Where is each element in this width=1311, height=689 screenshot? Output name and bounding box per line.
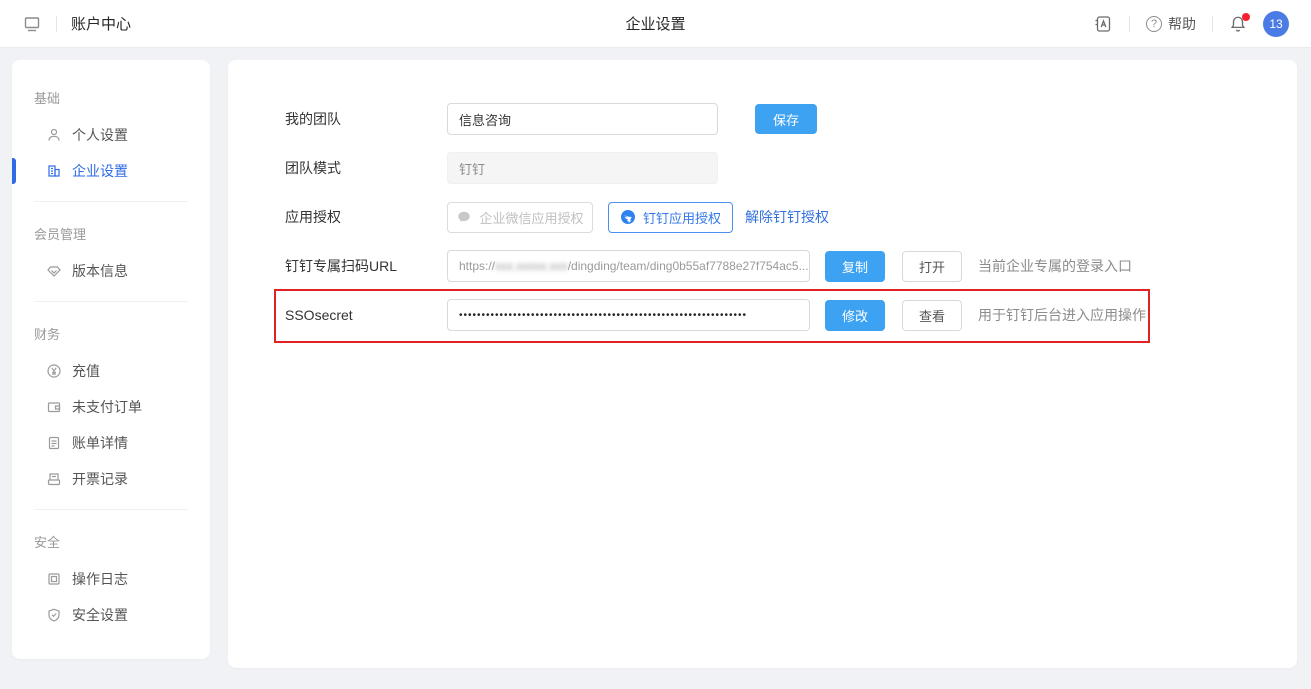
sidebar-item-label: 操作日志 <box>72 569 128 589</box>
sidebar-divider <box>34 201 188 202</box>
sidebar-item-invoice-records[interactable]: 开票记录 <box>12 461 210 497</box>
sidebar-item-label: 安全设置 <box>72 605 128 625</box>
url-redacted: xxx.xxxxx.xxx <box>495 259 568 273</box>
sidebar-item-enterprise-settings[interactable]: 企业设置 <box>12 153 210 189</box>
sidebar-section-membership: 会员管理 <box>12 214 210 253</box>
team-mode-input <box>447 152 718 184</box>
url-prefix: https:// <box>459 259 495 273</box>
row-team-mode: 团队模式 <box>285 152 1297 184</box>
sidebar-divider <box>34 301 188 302</box>
header-divider <box>56 16 57 32</box>
main-panel: 我的团队 保存 团队模式 应用授权 企业微信应用授权 <box>228 60 1297 668</box>
log-icon <box>46 571 62 587</box>
diamond-icon <box>46 263 62 279</box>
team-mode-label: 团队模式 <box>285 158 447 178</box>
sidebar-item-label: 版本信息 <box>72 261 128 281</box>
sidebar: 基础 个人设置 企业设置 会员管理 <box>12 60 210 659</box>
building-icon <box>46 163 62 179</box>
header-divider <box>1129 16 1130 32</box>
my-team-input[interactable] <box>447 103 718 135</box>
sidebar-item-version-info[interactable]: 版本信息 <box>12 253 210 289</box>
user-icon <box>46 127 62 143</box>
enterprise-settings-form: 我的团队 保存 团队模式 应用授权 企业微信应用授权 <box>228 60 1297 331</box>
sidebar-item-label: 账单详情 <box>72 433 128 453</box>
header-divider <box>1212 16 1213 32</box>
app-title: 账户中心 <box>71 13 131 34</box>
sidebar-item-label: 未支付订单 <box>72 397 142 417</box>
shield-check-icon <box>46 607 62 623</box>
sidebar-item-recharge[interactable]: 充值 <box>12 353 210 389</box>
my-team-label: 我的团队 <box>285 109 447 129</box>
sidebar-section-finance: 财务 <box>12 314 210 353</box>
sidebar-item-label: 充值 <box>72 361 100 381</box>
top-header: 账户中心 企业设置 ? 帮助 13 <box>0 0 1311 48</box>
notification-dot <box>1242 13 1250 21</box>
row-app-auth: 应用授权 企业微信应用授权 <box>285 201 1297 233</box>
sidebar-section-basic: 基础 <box>12 78 210 117</box>
dingtalk-auth-label: 钉钉应用授权 <box>643 208 721 227</box>
url-suffix: /dingding/team/ding0b55af7788e27f754ac5.… <box>568 259 809 273</box>
sidebar-item-security-settings[interactable]: 安全设置 <box>12 597 210 633</box>
sso-secret-input[interactable]: ••••••••••••••••••••••••••••••••••••••••… <box>447 299 810 331</box>
sidebar-item-label: 企业设置 <box>72 161 128 181</box>
open-button[interactable]: 打开 <box>902 251 962 282</box>
wallet-icon <box>46 399 62 415</box>
sidebar-item-unpaid-orders[interactable]: 未支付订单 <box>12 389 210 425</box>
sso-masked-value: ••••••••••••••••••••••••••••••••••••••••… <box>459 310 747 321</box>
sidebar-divider <box>34 509 188 510</box>
wechat-auth-button[interactable]: 企业微信应用授权 <box>447 202 593 233</box>
view-button[interactable]: 查看 <box>902 300 962 331</box>
sidebar-item-operation-logs[interactable]: 操作日志 <box>12 561 210 597</box>
wechat-icon <box>456 209 472 225</box>
dingtalk-auth-button[interactable]: 钉钉应用授权 <box>608 202 733 233</box>
invoice-icon <box>46 471 62 487</box>
bill-icon <box>46 435 62 451</box>
unbind-dingtalk-link[interactable]: 解除钉钉授权 <box>745 207 829 227</box>
sso-secret-hint: 用于钉钉后台进入应用操作 <box>978 305 1146 325</box>
sso-secret-label: SSOsecret <box>285 307 447 323</box>
qr-url-hint: 当前企业专属的登录入口 <box>978 256 1132 276</box>
page-title: 企业设置 <box>625 13 685 34</box>
qr-url-input[interactable]: https://xxx.xxxxx.xxx/dingding/team/ding… <box>447 250 810 282</box>
sidebar-section-security: 安全 <box>12 522 210 561</box>
wechat-auth-label: 企业微信应用授权 <box>479 208 583 227</box>
row-sso-secret: SSOsecret ••••••••••••••••••••••••••••••… <box>285 299 1297 331</box>
modify-button[interactable]: 修改 <box>825 300 885 331</box>
dingtalk-icon <box>620 209 636 225</box>
sidebar-item-personal-settings[interactable]: 个人设置 <box>12 117 210 153</box>
monitor-icon[interactable] <box>22 14 42 34</box>
notification-bell-icon[interactable] <box>1229 15 1247 33</box>
row-qr-url: 钉钉专属扫码URL https://xxx.xxxxx.xxx/dingding… <box>285 250 1297 282</box>
help-label: 帮助 <box>1168 14 1196 34</box>
save-button[interactable]: 保存 <box>755 104 817 134</box>
sidebar-item-bill-details[interactable]: 账单详情 <box>12 425 210 461</box>
copy-button[interactable]: 复制 <box>825 251 885 282</box>
help-button[interactable]: ? 帮助 <box>1146 14 1196 34</box>
row-my-team: 我的团队 保存 <box>285 103 1297 135</box>
yuan-circle-icon <box>46 363 62 379</box>
sidebar-item-label: 开票记录 <box>72 469 128 489</box>
app-auth-label: 应用授权 <box>285 207 447 227</box>
address-book-icon[interactable] <box>1093 14 1113 34</box>
avatar[interactable]: 13 <box>1263 11 1289 37</box>
qr-url-label: 钉钉专属扫码URL <box>285 256 447 276</box>
sidebar-item-label: 个人设置 <box>72 125 128 145</box>
question-circle-icon: ? <box>1146 16 1162 32</box>
